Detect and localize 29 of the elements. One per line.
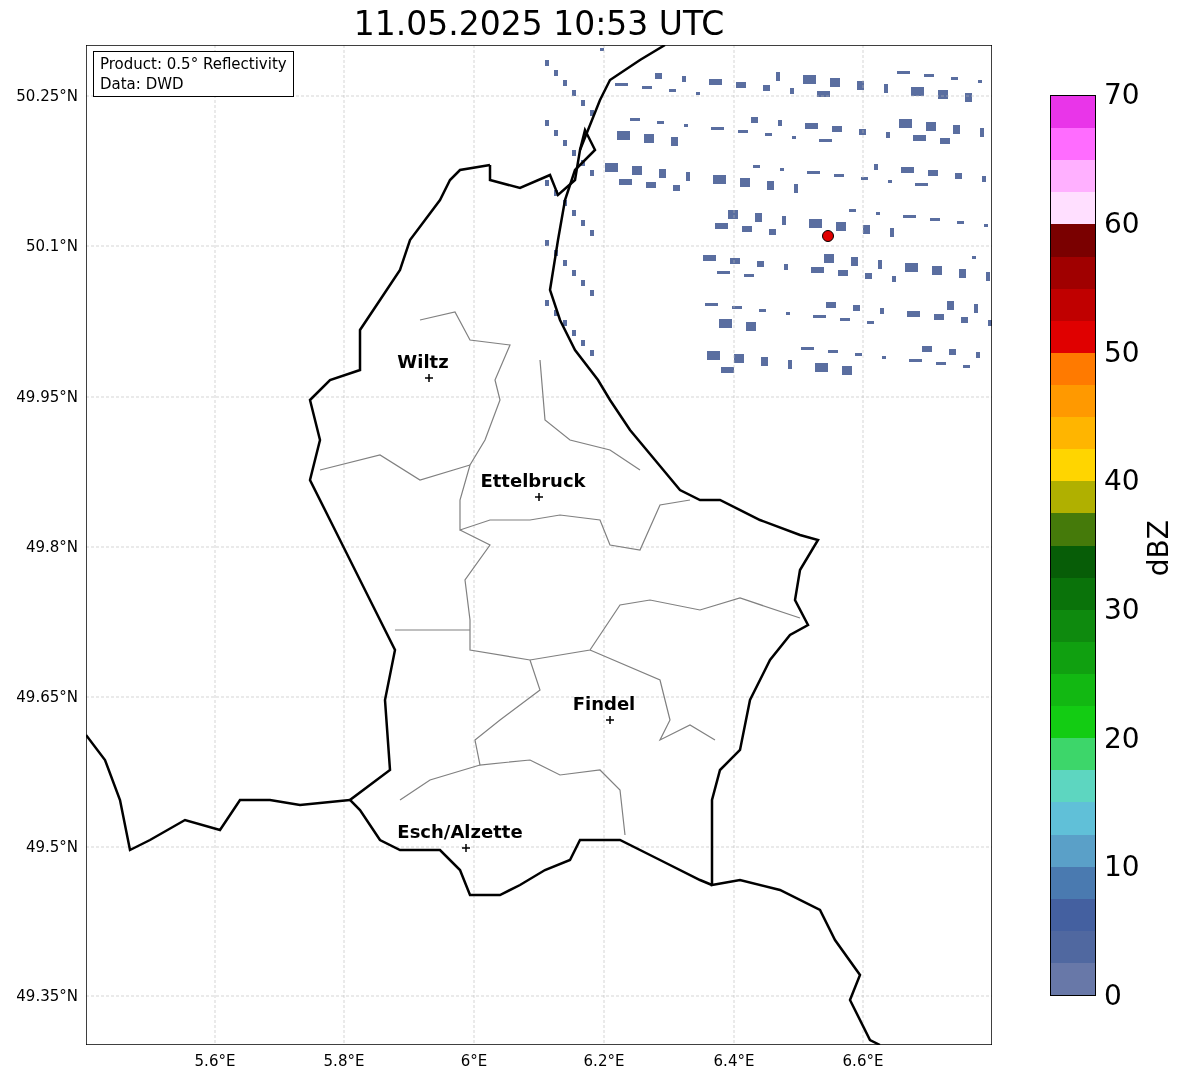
colorbar-label: dBZ	[1143, 520, 1175, 577]
latitude-label: 49.8°N	[25, 538, 78, 556]
latitude-label: 49.35°N	[16, 987, 78, 1005]
colorbar-tick-label: 60	[1104, 208, 1140, 240]
latitude-label: 50.25°N	[16, 87, 78, 105]
latitude-label: 50.1°N	[25, 237, 78, 255]
longitude-label: 6°E	[460, 1052, 488, 1070]
colorbar-tick-label: 40	[1104, 465, 1140, 497]
info-text: Product: 0.5° Reflectivity	[100, 54, 287, 74]
info-text: Data: DWD	[100, 74, 185, 94]
latitude-label: 49.5°N	[25, 838, 78, 856]
city-label: Esch/Alzette	[397, 822, 523, 842]
city-label: Findel	[572, 694, 636, 714]
colorbar-tick-label: 50	[1104, 337, 1140, 369]
colorbar-tick-label: 10	[1104, 851, 1140, 883]
chart-title: 11.05.2025 10:53 UTC	[352, 4, 726, 44]
longitude-label: 6.6°E	[842, 1052, 884, 1070]
colorbar-tick-label: 0	[1104, 980, 1122, 1012]
longitude-label: 5.6°E	[194, 1052, 236, 1070]
longitude-label: 6.2°E	[583, 1052, 625, 1070]
longitude-label: 5.8°E	[323, 1052, 365, 1070]
latitude-label: 49.95°N	[16, 388, 78, 406]
city-label: Wiltz	[397, 352, 449, 372]
colorbar-tick-label: 30	[1104, 594, 1140, 626]
longitude-label: 6.4°E	[713, 1052, 755, 1070]
latitude-label: 49.65°N	[16, 688, 78, 706]
city-label: Ettelbruck	[480, 471, 586, 491]
colorbar-tick-label: 20	[1104, 723, 1140, 755]
colorbar-tick-label: 70	[1104, 79, 1140, 111]
